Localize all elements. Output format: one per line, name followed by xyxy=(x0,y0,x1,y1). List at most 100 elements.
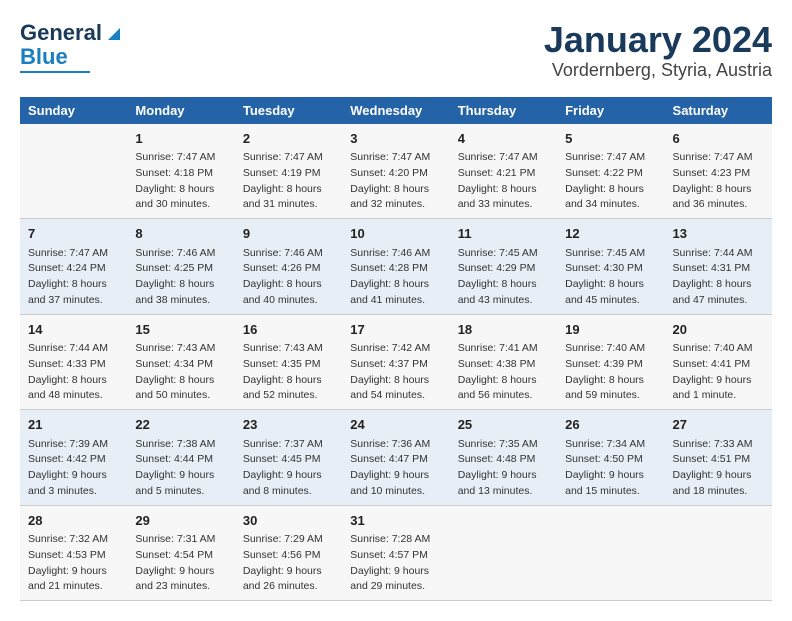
day-info: Sunrise: 7:36 AMSunset: 4:47 PMDaylight:… xyxy=(350,437,441,500)
week-row-5: 28Sunrise: 7:32 AMSunset: 4:53 PMDayligh… xyxy=(20,505,772,601)
day-info: Sunrise: 7:44 AMSunset: 4:31 PMDaylight:… xyxy=(673,246,764,309)
day-info: Sunrise: 7:40 AMSunset: 4:39 PMDaylight:… xyxy=(565,341,656,404)
day-number: 14 xyxy=(28,320,119,340)
day-cell: 12Sunrise: 7:45 AMSunset: 4:30 PMDayligh… xyxy=(557,219,664,315)
day-cell: 13Sunrise: 7:44 AMSunset: 4:31 PMDayligh… xyxy=(665,219,772,315)
day-number: 24 xyxy=(350,415,441,435)
day-info: Sunrise: 7:46 AMSunset: 4:28 PMDaylight:… xyxy=(350,246,441,309)
day-cell: 5Sunrise: 7:47 AMSunset: 4:22 PMDaylight… xyxy=(557,124,664,219)
page-subtitle: Vordernberg, Styria, Austria xyxy=(544,60,772,81)
day-number: 10 xyxy=(350,224,441,244)
day-number: 30 xyxy=(243,511,334,531)
title-area: January 2024 Vordernberg, Styria, Austri… xyxy=(544,20,772,81)
day-number: 4 xyxy=(458,129,549,149)
day-info: Sunrise: 7:38 AMSunset: 4:44 PMDaylight:… xyxy=(135,437,226,500)
day-cell: 25Sunrise: 7:35 AMSunset: 4:48 PMDayligh… xyxy=(450,410,557,506)
day-info: Sunrise: 7:35 AMSunset: 4:48 PMDaylight:… xyxy=(458,437,549,500)
day-number: 21 xyxy=(28,415,119,435)
day-cell: 23Sunrise: 7:37 AMSunset: 4:45 PMDayligh… xyxy=(235,410,342,506)
day-info: Sunrise: 7:32 AMSunset: 4:53 PMDaylight:… xyxy=(28,532,119,595)
day-info: Sunrise: 7:42 AMSunset: 4:37 PMDaylight:… xyxy=(350,341,441,404)
day-number: 7 xyxy=(28,224,119,244)
day-number: 20 xyxy=(673,320,764,340)
day-cell: 7Sunrise: 7:47 AMSunset: 4:24 PMDaylight… xyxy=(20,219,127,315)
day-info: Sunrise: 7:29 AMSunset: 4:56 PMDaylight:… xyxy=(243,532,334,595)
day-cell: 14Sunrise: 7:44 AMSunset: 4:33 PMDayligh… xyxy=(20,314,127,410)
day-cell: 31Sunrise: 7:28 AMSunset: 4:57 PMDayligh… xyxy=(342,505,449,601)
day-number: 27 xyxy=(673,415,764,435)
week-row-3: 14Sunrise: 7:44 AMSunset: 4:33 PMDayligh… xyxy=(20,314,772,410)
header-cell-monday: Monday xyxy=(127,97,234,124)
day-number: 1 xyxy=(135,129,226,149)
day-cell: 11Sunrise: 7:45 AMSunset: 4:29 PMDayligh… xyxy=(450,219,557,315)
day-number: 28 xyxy=(28,511,119,531)
day-cell: 9Sunrise: 7:46 AMSunset: 4:26 PMDaylight… xyxy=(235,219,342,315)
week-row-2: 7Sunrise: 7:47 AMSunset: 4:24 PMDaylight… xyxy=(20,219,772,315)
header-cell-friday: Friday xyxy=(557,97,664,124)
week-row-4: 21Sunrise: 7:39 AMSunset: 4:42 PMDayligh… xyxy=(20,410,772,506)
day-cell: 28Sunrise: 7:32 AMSunset: 4:53 PMDayligh… xyxy=(20,505,127,601)
logo-blue-text: Blue xyxy=(20,44,68,70)
day-info: Sunrise: 7:43 AMSunset: 4:35 PMDaylight:… xyxy=(243,341,334,404)
day-number: 8 xyxy=(135,224,226,244)
day-number: 25 xyxy=(458,415,549,435)
header-cell-wednesday: Wednesday xyxy=(342,97,449,124)
day-number: 31 xyxy=(350,511,441,531)
day-cell: 30Sunrise: 7:29 AMSunset: 4:56 PMDayligh… xyxy=(235,505,342,601)
day-cell: 17Sunrise: 7:42 AMSunset: 4:37 PMDayligh… xyxy=(342,314,449,410)
day-info: Sunrise: 7:47 AMSunset: 4:20 PMDaylight:… xyxy=(350,150,441,213)
day-info: Sunrise: 7:47 AMSunset: 4:19 PMDaylight:… xyxy=(243,150,334,213)
day-info: Sunrise: 7:33 AMSunset: 4:51 PMDaylight:… xyxy=(673,437,764,500)
calendar-table: SundayMondayTuesdayWednesdayThursdayFrid… xyxy=(20,97,772,602)
day-cell: 19Sunrise: 7:40 AMSunset: 4:39 PMDayligh… xyxy=(557,314,664,410)
day-number: 23 xyxy=(243,415,334,435)
day-cell xyxy=(20,124,127,219)
day-number: 11 xyxy=(458,224,549,244)
day-cell: 1Sunrise: 7:47 AMSunset: 4:18 PMDaylight… xyxy=(127,124,234,219)
day-info: Sunrise: 7:45 AMSunset: 4:30 PMDaylight:… xyxy=(565,246,656,309)
day-number: 9 xyxy=(243,224,334,244)
day-number: 5 xyxy=(565,129,656,149)
page-header: General Blue January 2024 Vordernberg, S… xyxy=(20,20,772,81)
day-info: Sunrise: 7:47 AMSunset: 4:23 PMDaylight:… xyxy=(673,150,764,213)
day-cell: 27Sunrise: 7:33 AMSunset: 4:51 PMDayligh… xyxy=(665,410,772,506)
day-number: 29 xyxy=(135,511,226,531)
day-cell: 26Sunrise: 7:34 AMSunset: 4:50 PMDayligh… xyxy=(557,410,664,506)
day-info: Sunrise: 7:47 AMSunset: 4:18 PMDaylight:… xyxy=(135,150,226,213)
day-info: Sunrise: 7:39 AMSunset: 4:42 PMDaylight:… xyxy=(28,437,119,500)
day-number: 3 xyxy=(350,129,441,149)
day-info: Sunrise: 7:37 AMSunset: 4:45 PMDaylight:… xyxy=(243,437,334,500)
day-number: 18 xyxy=(458,320,549,340)
day-cell: 2Sunrise: 7:47 AMSunset: 4:19 PMDaylight… xyxy=(235,124,342,219)
logo-general-text: General xyxy=(20,20,102,46)
day-cell xyxy=(450,505,557,601)
day-number: 19 xyxy=(565,320,656,340)
day-info: Sunrise: 7:46 AMSunset: 4:25 PMDaylight:… xyxy=(135,246,226,309)
day-number: 6 xyxy=(673,129,764,149)
header-cell-thursday: Thursday xyxy=(450,97,557,124)
day-info: Sunrise: 7:28 AMSunset: 4:57 PMDaylight:… xyxy=(350,532,441,595)
day-number: 15 xyxy=(135,320,226,340)
day-cell: 18Sunrise: 7:41 AMSunset: 4:38 PMDayligh… xyxy=(450,314,557,410)
day-info: Sunrise: 7:34 AMSunset: 4:50 PMDaylight:… xyxy=(565,437,656,500)
day-cell: 16Sunrise: 7:43 AMSunset: 4:35 PMDayligh… xyxy=(235,314,342,410)
day-cell: 20Sunrise: 7:40 AMSunset: 4:41 PMDayligh… xyxy=(665,314,772,410)
day-info: Sunrise: 7:47 AMSunset: 4:22 PMDaylight:… xyxy=(565,150,656,213)
header-cell-saturday: Saturday xyxy=(665,97,772,124)
week-row-1: 1Sunrise: 7:47 AMSunset: 4:18 PMDaylight… xyxy=(20,124,772,219)
logo: General Blue xyxy=(20,20,124,73)
page-title: January 2024 xyxy=(544,20,772,60)
day-cell: 22Sunrise: 7:38 AMSunset: 4:44 PMDayligh… xyxy=(127,410,234,506)
day-number: 17 xyxy=(350,320,441,340)
day-info: Sunrise: 7:46 AMSunset: 4:26 PMDaylight:… xyxy=(243,246,334,309)
logo-arrow-icon xyxy=(102,22,124,44)
day-number: 22 xyxy=(135,415,226,435)
header-cell-sunday: Sunday xyxy=(20,97,127,124)
day-cell: 8Sunrise: 7:46 AMSunset: 4:25 PMDaylight… xyxy=(127,219,234,315)
day-cell: 6Sunrise: 7:47 AMSunset: 4:23 PMDaylight… xyxy=(665,124,772,219)
header-cell-tuesday: Tuesday xyxy=(235,97,342,124)
day-info: Sunrise: 7:47 AMSunset: 4:21 PMDaylight:… xyxy=(458,150,549,213)
day-cell xyxy=(557,505,664,601)
header-row: SundayMondayTuesdayWednesdayThursdayFrid… xyxy=(20,97,772,124)
day-cell: 4Sunrise: 7:47 AMSunset: 4:21 PMDaylight… xyxy=(450,124,557,219)
